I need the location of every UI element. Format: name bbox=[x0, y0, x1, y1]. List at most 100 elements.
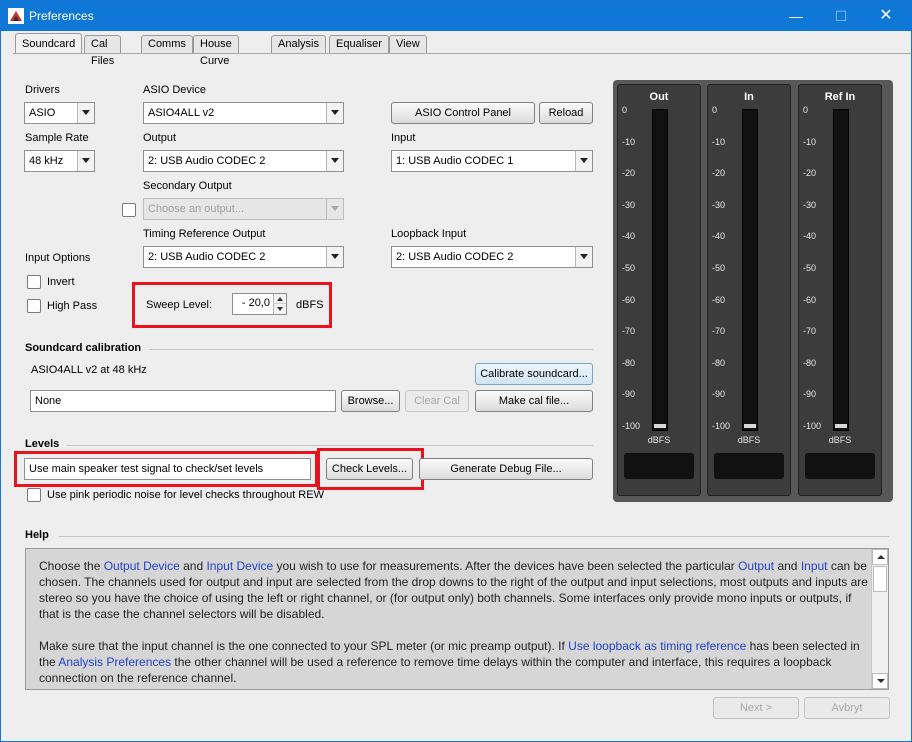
drivers-select[interactable]: ASIO bbox=[24, 102, 95, 124]
meter-tick-label: -80 bbox=[712, 357, 726, 368]
asio-device-select[interactable]: ASIO4ALL v2 bbox=[143, 102, 344, 124]
sweep-level-spinner[interactable]: - 20,0 bbox=[232, 293, 287, 315]
high-pass-checkbox[interactable] bbox=[27, 299, 41, 313]
help-scrollbar[interactable] bbox=[871, 549, 888, 689]
level-mode-select[interactable]: Use main speaker test signal to check/se… bbox=[24, 458, 311, 480]
invert-checkbox[interactable] bbox=[27, 275, 41, 289]
spinner-down-icon[interactable] bbox=[273, 304, 286, 314]
output-label: Output bbox=[143, 132, 177, 144]
meter-unit: dBFS bbox=[647, 435, 671, 445]
timing-reference-select[interactable]: 2: USB Audio CODEC 2 bbox=[143, 246, 344, 268]
help-link[interactable]: Input Device bbox=[206, 559, 273, 573]
chevron-down-icon bbox=[575, 151, 592, 171]
window-title: Preferences bbox=[29, 9, 94, 23]
next-button[interactable]: Next > bbox=[713, 697, 799, 719]
meter-readout bbox=[805, 453, 875, 479]
check-levels-button[interactable]: Check Levels... bbox=[326, 458, 413, 480]
loopback-input-select[interactable]: 2: USB Audio CODEC 2 bbox=[391, 246, 593, 268]
browse-button[interactable]: Browse... bbox=[341, 390, 400, 412]
tab-house-curve[interactable]: House Curve bbox=[193, 35, 239, 67]
scroll-thumb[interactable] bbox=[873, 566, 887, 592]
pink-noise-checkbox[interactable] bbox=[27, 488, 41, 502]
meter-tick-label: 0 bbox=[622, 105, 628, 115]
meter-tick-label: -30 bbox=[803, 199, 817, 210]
reload-button[interactable]: Reload bbox=[539, 102, 593, 124]
sweep-level-label: Sweep Level: bbox=[146, 299, 213, 311]
asio-device-label: ASIO Device bbox=[143, 84, 206, 96]
meter-tick-label: -90 bbox=[712, 389, 726, 400]
secondary-output-checkbox[interactable] bbox=[122, 203, 136, 217]
tab-analysis[interactable]: Analysis bbox=[271, 35, 326, 54]
chevron-down-icon bbox=[326, 247, 343, 267]
meter-bar bbox=[833, 109, 849, 431]
spinner-up-icon[interactable] bbox=[273, 294, 286, 304]
timing-reference-value: 2: USB Audio CODEC 2 bbox=[148, 251, 266, 263]
sweep-level-unit: dBFS bbox=[296, 299, 324, 311]
meter-unit: dBFS bbox=[828, 435, 852, 445]
meter-tick-label: -10 bbox=[712, 136, 726, 147]
input-label: Input bbox=[391, 132, 416, 144]
help-link[interactable]: Output Device bbox=[104, 559, 180, 573]
minimize-button[interactable]: — bbox=[773, 1, 819, 31]
meter-tick-label: -60 bbox=[803, 294, 817, 305]
output-value: 2: USB Audio CODEC 2 bbox=[148, 155, 266, 167]
meter-tick-label: -20 bbox=[622, 168, 636, 179]
tab-soundcard[interactable]: Soundcard bbox=[15, 33, 83, 54]
chevron-down-icon bbox=[77, 151, 94, 171]
sample-rate-select[interactable]: 48 kHz bbox=[24, 150, 95, 172]
scroll-up-icon[interactable] bbox=[872, 549, 888, 565]
maximize-button[interactable]: ☐ bbox=[818, 1, 864, 31]
meter-bar bbox=[652, 109, 668, 431]
tab-view[interactable]: View bbox=[389, 35, 427, 54]
meter-title: Out bbox=[649, 91, 669, 103]
drivers-value: ASIO bbox=[29, 107, 56, 119]
make-cal-file-button[interactable]: Make cal file... bbox=[475, 390, 593, 412]
asio-control-panel-button[interactable]: ASIO Control Panel bbox=[391, 102, 535, 124]
help-text-run: you wish to use for measurements. After … bbox=[273, 559, 739, 573]
meter-level-indicator bbox=[744, 424, 756, 428]
close-button[interactable]: ✕ bbox=[863, 1, 909, 31]
tab-comms[interactable]: Comms bbox=[141, 35, 193, 54]
meter-tick-label: -10 bbox=[622, 136, 636, 147]
chevron-down-icon bbox=[575, 247, 592, 267]
help-panel: Choose the Output Device and Input Devic… bbox=[25, 548, 889, 690]
secondary-output-label: Secondary Output bbox=[143, 180, 232, 192]
meter-tick-label: -50 bbox=[622, 263, 636, 273]
meter-title: Ref In bbox=[824, 91, 856, 103]
cancel-button[interactable]: Avbryt bbox=[804, 697, 890, 719]
level-meters-panel: Out 0 -10 -20 -30 -40 -50 -60 -70 -80 -90 -100 dBFS I… bbox=[613, 80, 893, 502]
calibration-info: ASIO4ALL v2 at 48 kHz bbox=[31, 364, 147, 376]
scroll-down-icon[interactable] bbox=[872, 673, 888, 689]
help-separator bbox=[59, 536, 889, 537]
meter-tick-label: -100 bbox=[712, 421, 731, 431]
calibration-section-title: Soundcard calibration bbox=[25, 342, 142, 354]
meter-tick-label: -40 bbox=[622, 231, 636, 242]
calibrate-soundcard-button[interactable]: Calibrate soundcard... bbox=[475, 363, 593, 385]
help-link[interactable]: Input bbox=[801, 559, 828, 573]
help-link[interactable]: Output bbox=[738, 559, 774, 573]
meter-title: In bbox=[744, 91, 754, 103]
cal-file-field[interactable]: None bbox=[30, 390, 336, 412]
help-link[interactable]: Analysis Preferences bbox=[58, 655, 171, 669]
input-select[interactable]: 1: USB Audio CODEC 1 bbox=[391, 150, 593, 172]
tab-cal-files[interactable]: Cal Files bbox=[84, 35, 122, 67]
meter-tick-label: -90 bbox=[622, 389, 636, 400]
secondary-output-select[interactable]: Choose an output... bbox=[143, 198, 344, 220]
meter-tick-label: -50 bbox=[712, 263, 726, 273]
tab-equaliser[interactable]: Equaliser bbox=[329, 35, 389, 54]
chevron-down-icon bbox=[326, 151, 343, 171]
meter-tick-label: -20 bbox=[712, 168, 726, 179]
generate-debug-file-button[interactable]: Generate Debug File... bbox=[419, 458, 593, 480]
meter-tick-label: -20 bbox=[803, 168, 817, 179]
chevron-down-icon bbox=[326, 199, 343, 219]
chevron-down-icon bbox=[326, 103, 343, 123]
timing-reference-label: Timing Reference Output bbox=[143, 228, 266, 240]
title-bar[interactable]: Preferences — ☐ ✕ bbox=[1, 1, 911, 31]
clear-cal-button[interactable]: Clear Cal bbox=[405, 390, 469, 412]
meter-tick-label: 0 bbox=[712, 105, 718, 115]
output-select[interactable]: 2: USB Audio CODEC 2 bbox=[143, 150, 344, 172]
help-section-title: Help bbox=[25, 529, 49, 541]
meter-tick-label: -70 bbox=[712, 326, 726, 337]
help-text-run: Make sure that the input channel is the … bbox=[39, 639, 569, 653]
help-link[interactable]: Use loopback as timing reference bbox=[568, 639, 746, 653]
